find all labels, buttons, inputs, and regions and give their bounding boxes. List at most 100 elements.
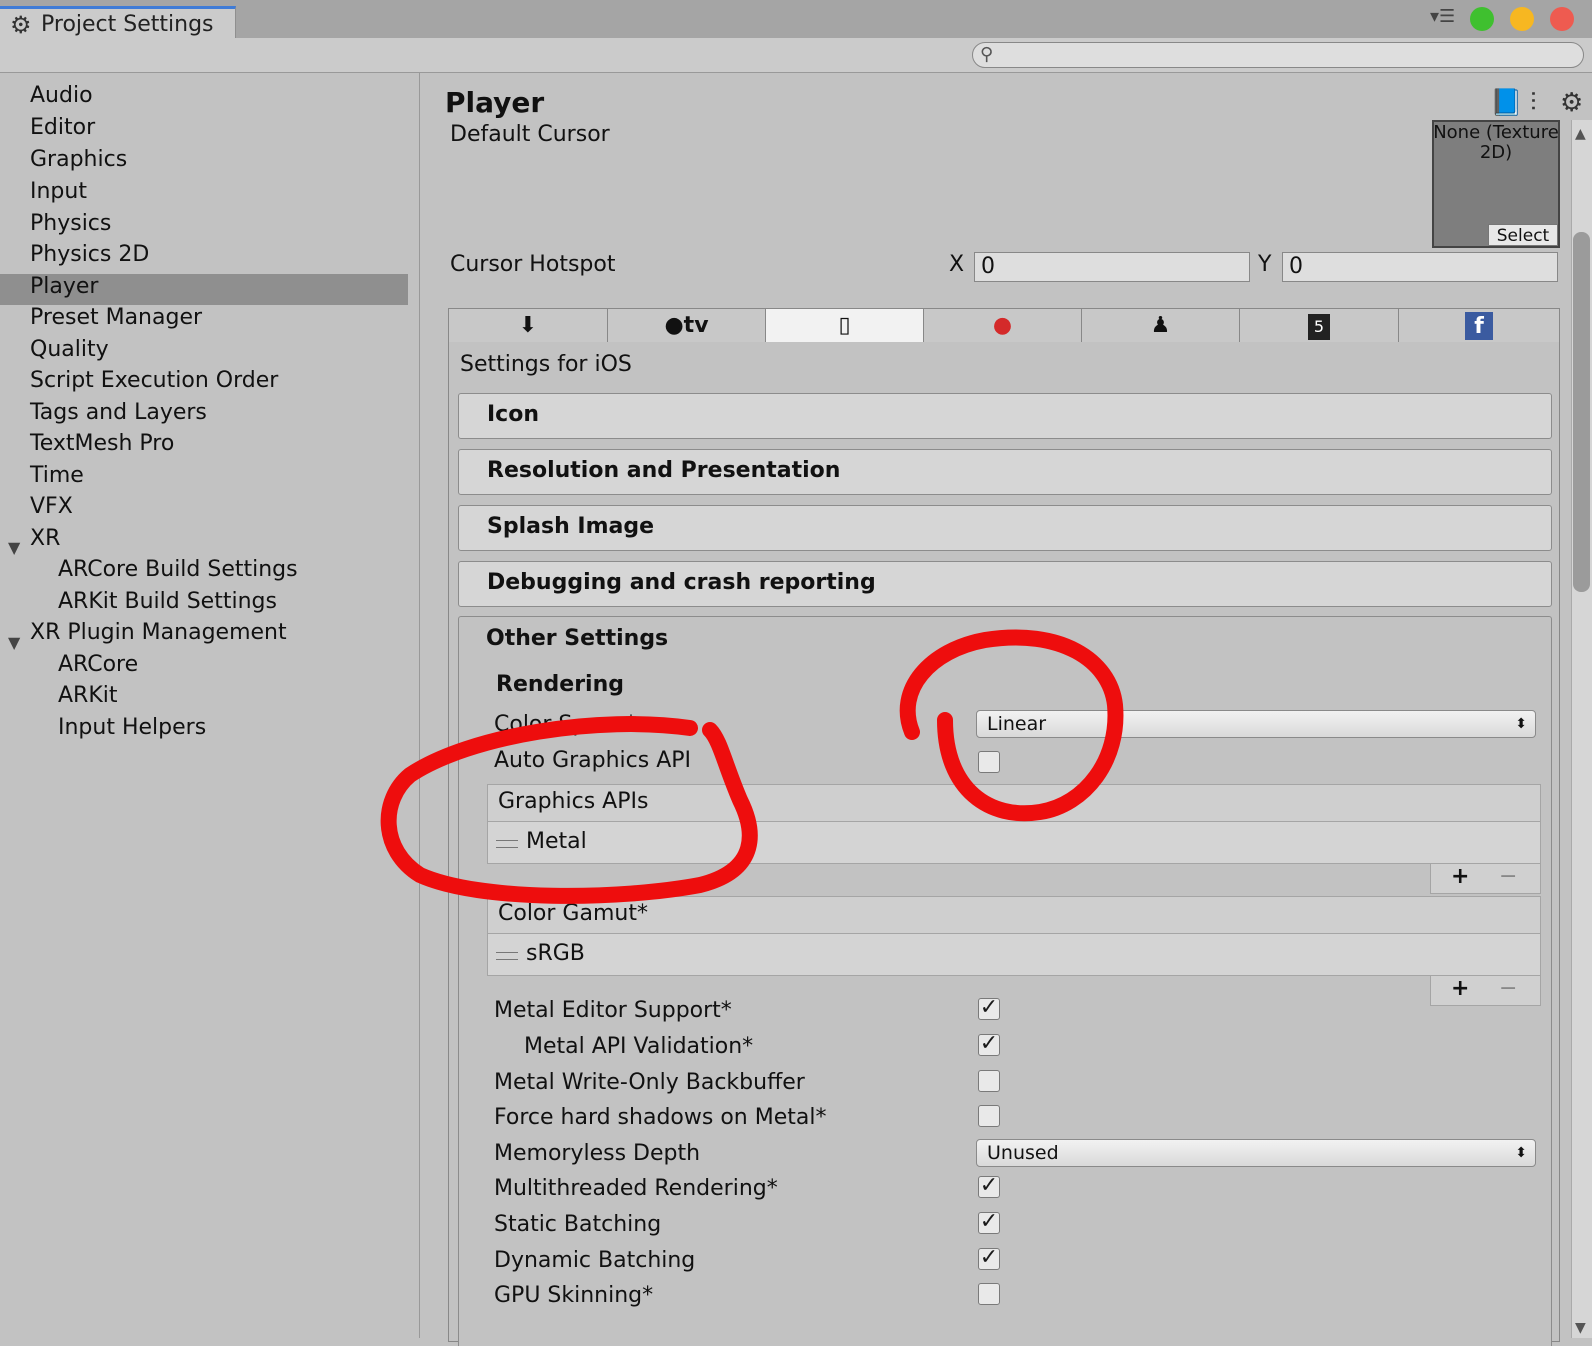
search-icon: ⚲ — [980, 44, 994, 65]
close-button[interactable] — [1550, 7, 1574, 31]
settings-icon[interactable]: ⚙ — [1560, 88, 1583, 118]
list-item[interactable]: Metal — [487, 822, 1541, 864]
multithreaded-rendering-label: Multithreaded Rendering* — [494, 1176, 778, 1201]
apple-tv-text: tv — [683, 313, 709, 338]
project-settings-tab[interactable]: ⚙ Project Settings — [0, 6, 236, 39]
force-hard-shadows-on-metal-checkbox[interactable] — [978, 1105, 1000, 1127]
color-space-label: Color Space* — [494, 712, 637, 737]
list-item[interactable]: sRGB — [487, 934, 1541, 976]
xr-plugin-expand-icon[interactable]: ▼ — [8, 633, 20, 652]
sidebar-item-input[interactable]: Input — [30, 179, 87, 204]
section-resolution[interactable]: Resolution and Presentation — [458, 449, 1552, 495]
dropdown-arrow-icon: ⬍ — [1515, 716, 1527, 732]
metal-api-validation-checkbox[interactable]: ✓ — [978, 1033, 1000, 1056]
sidebar-item-arkit-build-settings[interactable]: ARKit Build Settings — [58, 589, 277, 614]
sidebar-item-graphics[interactable]: Graphics — [30, 147, 127, 172]
remove-graphics-api-button[interactable]: − — [1499, 864, 1517, 889]
tab-stadia[interactable]: ● — [924, 309, 1082, 342]
gpu-skinning-label: GPU Skinning* — [494, 1283, 654, 1308]
metal-write-only-backbuffer-checkbox[interactable] — [978, 1070, 1000, 1092]
memoryless-depth-dropdown[interactable]: Unused ⬍ — [976, 1139, 1536, 1167]
hotspot-y-field[interactable]: 0 — [1282, 252, 1558, 282]
section-icon[interactable]: Icon — [458, 393, 1552, 439]
scrollbar-thumb[interactable] — [1573, 232, 1590, 592]
zoom-button[interactable] — [1470, 7, 1494, 31]
force-hard-shadows-on-metal-label: Force hard shadows on Metal* — [494, 1105, 827, 1130]
android-icon: ♟ — [1150, 313, 1171, 338]
sidebar-item-input-helpers[interactable]: Input Helpers — [58, 715, 206, 740]
tab-facebook[interactable]: f — [1399, 309, 1559, 342]
sidebar-item-xr-plugin-management[interactable]: XR Plugin Management — [30, 620, 287, 645]
drag-handle-icon[interactable] — [496, 840, 518, 848]
sidebar-item-arcore[interactable]: ARCore — [58, 652, 138, 677]
static-batching-checkbox[interactable]: ✓ — [978, 1209, 1000, 1234]
add-color-gamut-button[interactable]: + — [1451, 976, 1469, 1001]
tab-android[interactable]: ♟ — [1082, 309, 1240, 342]
hotspot-x-field[interactable]: 0 — [974, 252, 1250, 282]
apple-tv-icon: ● — [664, 313, 684, 338]
sidebar-item-textmesh-pro[interactable]: TextMesh Pro — [30, 431, 174, 456]
remove-color-gamut-button[interactable]: − — [1499, 976, 1517, 1001]
section-icon-label: Icon — [487, 402, 540, 427]
search-input[interactable] — [972, 42, 1584, 68]
sidebar-item-tags-and-layers[interactable]: Tags and Layers — [30, 400, 207, 425]
section-splash-label: Splash Image — [487, 514, 655, 539]
xr-expand-icon[interactable]: ▼ — [8, 538, 20, 557]
color-gamut-footer: + − — [1430, 976, 1541, 1006]
menu-icon[interactable]: ▾☰ — [1430, 6, 1455, 27]
dropdown-arrow-icon: ⬍ — [1515, 1145, 1527, 1161]
color-space-dropdown[interactable]: Linear ⬍ — [976, 710, 1536, 738]
color-space-value: Linear — [987, 713, 1047, 735]
sidebar-item-physics-2d[interactable]: Physics 2D — [30, 242, 149, 267]
graphics-apis-list-header: Graphics APIs — [487, 784, 1541, 822]
sidebar-item-arcore-build-settings[interactable]: ARCore Build Settings — [58, 557, 298, 582]
sidebar-item-time[interactable]: Time — [30, 463, 84, 488]
memoryless-depth-label: Memoryless Depth — [494, 1141, 701, 1166]
minimize-button[interactable] — [1510, 7, 1534, 31]
checkmark-icon: ✓ — [979, 1173, 999, 1198]
tab-ios[interactable]: ▯ — [766, 309, 924, 342]
sidebar-item-arkit[interactable]: ARKit — [58, 683, 118, 708]
metal-editor-support-checkbox[interactable]: ✓ — [978, 997, 1000, 1020]
default-cursor-label: Default Cursor — [450, 122, 610, 147]
memoryless-depth-value: Unused — [987, 1142, 1059, 1164]
auto-graphics-api-checkbox[interactable] — [978, 751, 1000, 773]
other-settings-header[interactable]: Other Settings — [486, 626, 668, 651]
checkmark-icon: ✓ — [979, 1209, 999, 1234]
settings-for-ios-label: Settings for iOS — [460, 352, 632, 377]
graphics-api-metal: Metal — [526, 829, 587, 854]
color-gamut-list-header: Color Gamut* — [487, 896, 1541, 934]
tab-standalone[interactable]: ⬇ — [449, 309, 608, 342]
sidebar-item-editor[interactable]: Editor — [30, 115, 95, 140]
dynamic-batching-checkbox[interactable]: ✓ — [978, 1247, 1000, 1270]
page-title: Player — [445, 86, 545, 119]
sidebar-item-xr[interactable]: XR — [30, 526, 60, 551]
sidebar-item-quality[interactable]: Quality — [30, 337, 109, 362]
sidebar-item-player[interactable]: Player — [30, 274, 98, 299]
section-debugging-label: Debugging and crash reporting — [487, 570, 876, 595]
download-icon: ⬇ — [518, 313, 538, 338]
help-icon[interactable]: 📘 — [1490, 88, 1522, 118]
dynamic-batching-label: Dynamic Batching — [494, 1248, 696, 1273]
gpu-skinning-checkbox[interactable] — [978, 1283, 1000, 1305]
tab-appletv[interactable]: ●tv — [608, 309, 766, 342]
sidebar-item-preset-manager[interactable]: Preset Manager — [30, 305, 202, 330]
presets-icon[interactable]: ⫶ — [1530, 88, 1537, 119]
tab-webgl[interactable]: 5 — [1240, 309, 1399, 342]
scroll-up-icon[interactable]: ▲ — [1575, 126, 1586, 142]
texture-select-button[interactable]: Select — [1488, 224, 1558, 246]
section-splash[interactable]: Splash Image — [458, 505, 1552, 551]
stadia-icon: ● — [992, 313, 1013, 338]
sidebar-item-vfx[interactable]: VFX — [30, 494, 73, 519]
add-graphics-api-button[interactable]: + — [1451, 864, 1469, 889]
scroll-down-icon[interactable]: ▼ — [1575, 1320, 1586, 1336]
window-title: Project Settings — [41, 12, 214, 37]
sidebar-item-physics[interactable]: Physics — [30, 211, 111, 236]
drag-handle-icon[interactable] — [496, 952, 518, 960]
sidebar-item-script-execution-order[interactable]: Script Execution Order — [30, 368, 278, 393]
section-debugging[interactable]: Debugging and crash reporting — [458, 561, 1552, 607]
sidebar-item-audio[interactable]: Audio — [30, 83, 93, 108]
multithreaded-rendering-checkbox[interactable]: ✓ — [978, 1173, 1000, 1198]
color-gamut-label: Color Gamut* — [498, 901, 648, 926]
rendering-header: Rendering — [496, 672, 624, 697]
